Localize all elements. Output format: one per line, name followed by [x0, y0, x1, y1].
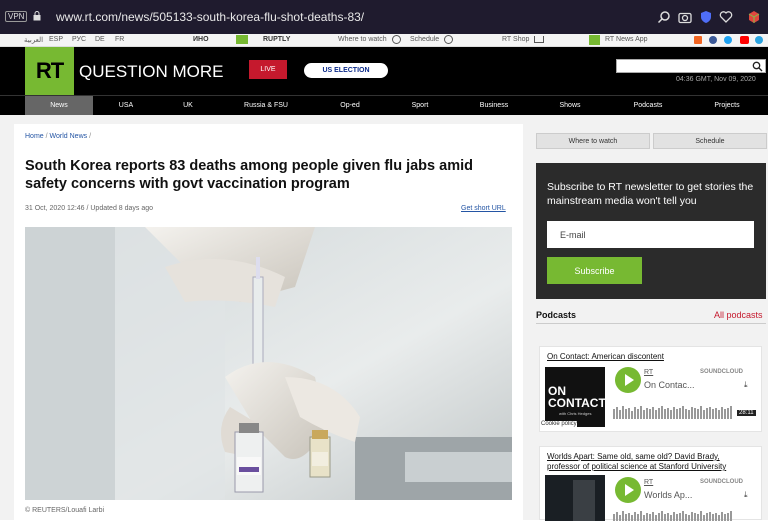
photo-credit: © REUTERS/Louafi Larbi: [25, 507, 105, 514]
nav-usa[interactable]: USA: [96, 96, 156, 115]
schedule-button[interactable]: Schedule: [653, 133, 767, 149]
extension-icon[interactable]: [747, 10, 761, 24]
lang-rus[interactable]: РУС: [72, 36, 86, 43]
camera-icon[interactable]: [678, 10, 692, 24]
soundcloud-logo[interactable]: SOUNDCLOUD: [700, 369, 743, 375]
facebook-icon[interactable]: [709, 36, 717, 44]
nav-projects[interactable]: Projects: [697, 96, 757, 115]
podcast-name[interactable]: Worlds Ap...: [644, 490, 692, 500]
nav-podcasts[interactable]: Podcasts: [617, 96, 679, 115]
search-icon[interactable]: [657, 10, 671, 24]
newsletter-box: Subscribe to RT newsletter to get storie…: [536, 163, 766, 299]
lock-icon: [33, 11, 41, 21]
browser-bar: VPN www.rt.com/news/505133-south-korea-f…: [0, 0, 768, 34]
rt-app-icon: [589, 35, 600, 45]
podcast-card: On Contact: American discontent ON CONTA…: [539, 346, 762, 432]
lang-fr[interactable]: FR: [115, 36, 124, 43]
divider: [536, 323, 766, 324]
shield-icon[interactable]: [699, 10, 713, 24]
breadcrumb-home[interactable]: Home: [25, 133, 44, 140]
play-button[interactable]: [615, 477, 641, 503]
article-title: South Korea reports 83 deaths among peop…: [25, 158, 473, 192]
waveform[interactable]: [613, 509, 758, 521]
partner-ruptly[interactable]: RUPTLY: [263, 36, 290, 43]
article-date: 31 Oct, 2020 12:46 / Updated 8 days ago: [25, 205, 154, 212]
vpn-badge[interactable]: VPN: [5, 11, 28, 22]
newsletter-text: Subscribe to RT newsletter to get storie…: [547, 181, 754, 207]
article-photo: [25, 227, 512, 500]
main-nav: News USA UK Russia & FSU Op-ed Sport Bus…: [0, 95, 768, 115]
rss-icon[interactable]: [694, 36, 702, 44]
podcast-thumbnail[interactable]: [545, 475, 605, 521]
search-icon[interactable]: [752, 61, 763, 72]
duration-label: 28:11: [737, 410, 756, 416]
site-header: RT QUESTION MORE LIVE US ELECTION 04:36 …: [0, 47, 768, 95]
tagline: QUESTION MORE: [79, 62, 224, 81]
rt-logo[interactable]: RT: [25, 47, 74, 95]
shop-link[interactable]: RT Shop: [502, 36, 529, 43]
podcast-name[interactable]: On Contac...: [644, 380, 695, 390]
all-podcasts-link[interactable]: All podcasts: [714, 310, 763, 320]
breadcrumb-world-news[interactable]: World News: [50, 133, 88, 140]
nav-oped[interactable]: Op-ed: [320, 96, 380, 115]
nav-business[interactable]: Business: [464, 96, 524, 115]
telegram-icon[interactable]: [755, 36, 763, 44]
lang-esp[interactable]: ESP: [49, 36, 63, 43]
schedule-link[interactable]: Schedule: [410, 36, 439, 43]
utility-strip: العربية ESP РУС DE FR ИНО RUPTLY Where t…: [0, 34, 768, 47]
podcast-title[interactable]: On Contact: American discontent: [547, 352, 664, 362]
play-icon: [392, 35, 401, 44]
podcast-card: Worlds Apart: Same old, same old? David …: [539, 446, 762, 521]
us-election-button[interactable]: US ELECTION: [304, 63, 388, 78]
nav-news[interactable]: News: [25, 96, 93, 115]
search-input[interactable]: [616, 59, 766, 73]
heart-icon[interactable]: [719, 10, 733, 24]
where-to-watch-button[interactable]: Where to watch: [536, 133, 650, 149]
podcast-author[interactable]: RT: [644, 369, 653, 376]
nav-russia-fsu[interactable]: Russia & FSU: [228, 96, 304, 115]
lang-de[interactable]: DE: [95, 36, 105, 43]
podcast-thumbnail[interactable]: ON CONTACT with Chris Hedges: [545, 367, 605, 427]
play-button[interactable]: [615, 367, 641, 393]
podcast-title[interactable]: Worlds Apart: Same old, same old? David …: [547, 452, 752, 472]
podcasts-heading: Podcasts: [536, 310, 577, 320]
download-icon[interactable]: ⤓: [744, 380, 754, 390]
live-button[interactable]: LIVE: [249, 60, 287, 79]
subscribe-button[interactable]: Subscribe: [547, 257, 642, 284]
thumbnail-sub: with Chris Hedges: [559, 411, 592, 416]
thumbnail-text: ON CONTACT: [548, 384, 605, 410]
header-datetime: 04:36 GMT, Nov 09, 2020: [676, 76, 756, 83]
soundcloud-logo[interactable]: SOUNDCLOUD: [700, 479, 743, 485]
download-icon[interactable]: ⤓: [744, 490, 754, 500]
twitter-icon[interactable]: [724, 36, 732, 44]
address-bar[interactable]: www.rt.com/news/505133-south-korea-flu-s…: [56, 10, 364, 24]
podcast-author[interactable]: RT: [644, 479, 653, 486]
lang-arabic[interactable]: العربية: [24, 36, 43, 44]
email-field[interactable]: E-mail: [547, 221, 754, 248]
nav-sport[interactable]: Sport: [390, 96, 450, 115]
clock-icon: [444, 35, 453, 44]
short-url-link[interactable]: Get short URL: [461, 205, 506, 212]
nav-shows[interactable]: Shows: [540, 96, 600, 115]
youtube-icon[interactable]: [740, 36, 749, 44]
partner-inotv[interactable]: ИНО: [193, 36, 209, 43]
nav-uk[interactable]: UK: [158, 96, 218, 115]
breadcrumb: Home / World News /: [25, 133, 92, 140]
cookie-policy-link[interactable]: Cookie policy: [541, 421, 577, 427]
where-to-watch-link[interactable]: Where to watch: [338, 36, 387, 43]
rt-small-logo: [236, 35, 248, 44]
cart-icon: [534, 36, 544, 43]
app-link[interactable]: RT News App: [605, 36, 648, 43]
